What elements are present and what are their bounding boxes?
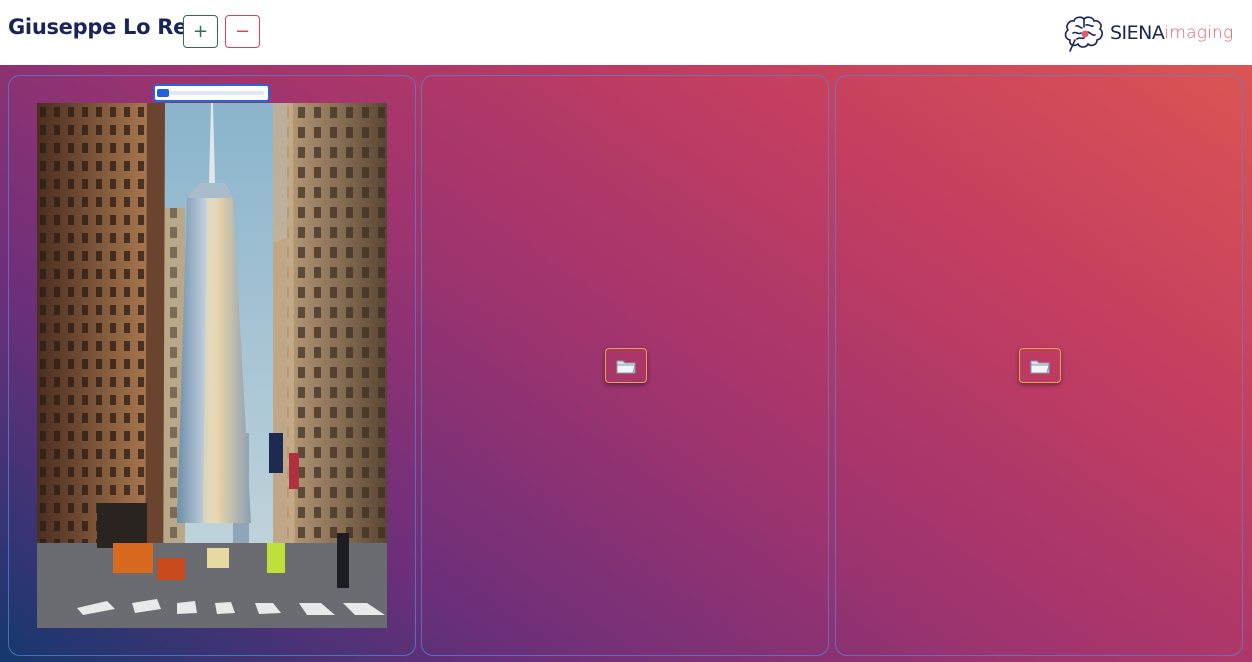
- slider-track: [169, 91, 264, 95]
- open-folder-button[interactable]: [1019, 348, 1061, 383]
- siena-imaging-logo: SIENA imaging: [1062, 13, 1233, 53]
- logo-brand-text: SIENA: [1110, 22, 1165, 44]
- viewer-panel-2[interactable]: [421, 75, 829, 656]
- viewer-panel-3[interactable]: [835, 75, 1243, 656]
- remove-panel-button[interactable]: −: [225, 15, 260, 48]
- slice-slider[interactable]: [153, 84, 270, 102]
- folder-icon: [616, 360, 636, 373]
- logo-suffix-text: imaging: [1164, 23, 1234, 43]
- viewer-panel-1[interactable]: [8, 75, 416, 656]
- slider-handle[interactable]: [157, 89, 169, 97]
- folder-icon: [1030, 360, 1050, 373]
- add-panel-button[interactable]: +: [183, 15, 218, 48]
- city-street-skyscraper-image: [37, 103, 387, 628]
- brain-icon: [1064, 16, 1103, 52]
- workspace: [0, 65, 1252, 662]
- top-header: Giuseppe Lo Re + − SIENA imaging: [0, 0, 1252, 65]
- open-folder-button[interactable]: [605, 348, 647, 383]
- user-name: Giuseppe Lo Re: [8, 15, 188, 39]
